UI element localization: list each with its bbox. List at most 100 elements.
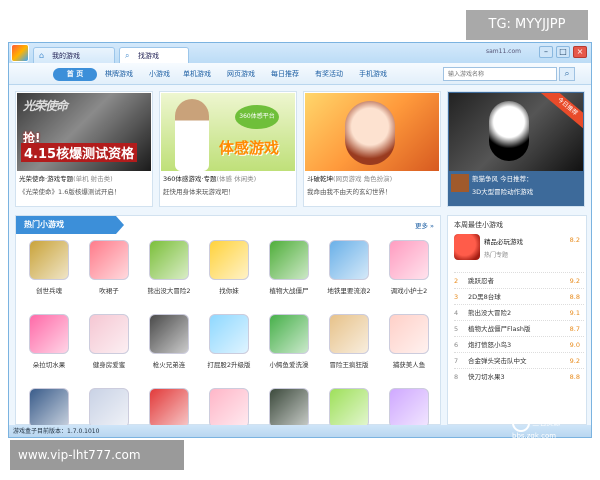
game-icon: [269, 388, 309, 428]
game-tile[interactable]: 小鳄鱼爱洗澡: [260, 314, 318, 384]
rank-number: 7: [454, 357, 459, 365]
game-icon: [29, 388, 69, 428]
game-tile[interactable]: 冒险王疯狂版: [320, 314, 378, 384]
game-tile[interactable]: 熊出没大冒险2: [140, 240, 198, 310]
game-icon: [209, 240, 249, 280]
rank-name: 熊出没大冒险2: [468, 309, 512, 317]
game-icon: [89, 240, 129, 280]
watermark-bottom: www.vip-lht777.com: [10, 440, 184, 470]
game-icon: [89, 388, 129, 428]
game-box-window: ⌂ 我的游戏 ⌕ 找游戏 sam11.com – □ × 首 页 棋牌游戏 小游…: [8, 42, 592, 438]
game-tile[interactable]: 找你妹: [200, 240, 258, 310]
game-label: 地铁里要流浪2: [327, 287, 371, 295]
rank-number: 6: [454, 341, 459, 349]
rank-item[interactable]: 8 快刀切水果3 8.8: [454, 368, 584, 384]
game-label: 打屁股2升级版: [207, 361, 251, 369]
search-input[interactable]: [443, 67, 557, 81]
maximize-button[interactable]: □: [556, 46, 570, 58]
nav-home[interactable]: 首 页: [53, 68, 97, 81]
window-controls: – □ ×: [539, 46, 587, 58]
banner-doupo[interactable]: 斗破乾坤(网页游戏 角色扮演) 我命由我不由天的玄幻世界！: [303, 91, 441, 207]
rank-item[interactable]: 5 植物大战僵尸Flash版 8.7: [454, 320, 584, 336]
rank-item[interactable]: 3 2D黑8台球 8.8: [454, 288, 584, 304]
banner-360-motion[interactable]: 360体感平台 体感游戏 360体感游戏·专题(体感 休闲类) 赶快用身体来玩游…: [159, 91, 297, 207]
game-tile[interactable]: 植物大战僵尸: [260, 240, 318, 310]
game-label: 冒险王疯狂版: [329, 361, 369, 369]
banner-desc: 赶快用身体来玩游戏吧！: [163, 188, 235, 196]
hot-mini-games: 热门小游戏 更多 » 创世兵魂 吹裙子 熊出没大冒险2 找你妹 植物大战僵尸 地铁里要流浪…: [15, 215, 441, 428]
search-icon[interactable]: ⌕: [559, 67, 575, 81]
rank-name: 炮打愤怒小鸟3: [468, 341, 512, 349]
game-icon: [89, 314, 129, 354]
close-button[interactable]: ×: [573, 46, 587, 58]
rank-name: 跳跃忍者: [468, 277, 494, 285]
nav-mini-games[interactable]: 小游戏: [149, 68, 170, 81]
rank-item[interactable]: 7 合金弹头突击队中文 9.2: [454, 352, 584, 368]
nav-mobile-games[interactable]: 手机游戏: [359, 68, 387, 81]
game-icon: [269, 314, 309, 354]
banner-art: 今日推荐: [449, 93, 583, 171]
user-name[interactable]: sam11.com: [486, 48, 521, 55]
game-label: 熊出没大冒险2: [147, 287, 191, 295]
rank-name: 植物大战僵尸Flash版: [468, 325, 531, 333]
rank-number: 2: [454, 277, 459, 285]
rank-number: 8: [454, 373, 459, 381]
banner-today-pick[interactable]: 今日推荐 熊猫争风 今日推荐： 3D大型冒险动作游戏: [447, 91, 585, 207]
home-icon: ⌂: [39, 51, 45, 60]
section-title: 本周最佳小游戏: [454, 221, 503, 229]
rank-score: 8.8: [569, 373, 580, 381]
nav-web-games[interactable]: 网页游戏: [227, 68, 255, 81]
game-label: 捕获美人鱼: [392, 361, 426, 369]
rank-name: 快刀切水果3: [468, 373, 505, 381]
game-tile[interactable]: 吹裙子: [80, 240, 138, 310]
banner-title: 光荣使命·游戏专题(单机 射击类): [19, 175, 113, 183]
game-label: 枪火兄弟连: [152, 361, 186, 369]
rank-number: 3: [454, 293, 459, 301]
tab-my-games[interactable]: ⌂ 我的游戏: [33, 47, 115, 63]
rank-number: 4: [454, 309, 459, 317]
banner-art: 光荣使命 抢! 4.15核爆测试资格: [17, 93, 151, 171]
rank-item[interactable]: 2 跳跃忍者 9.2: [454, 272, 584, 288]
rank-score: 9.2: [569, 357, 580, 365]
game-icon: [29, 314, 69, 354]
game-label: 健身房爱蜜: [92, 361, 126, 369]
nav-prize-events[interactable]: 有奖活动: [315, 68, 343, 81]
game-tile[interactable]: 捕获美人鱼: [380, 314, 438, 384]
game-tile[interactable]: 创世兵魂: [20, 240, 78, 310]
game-tile[interactable]: 打屁股2升级版: [200, 314, 258, 384]
nav-single-games[interactable]: 单机游戏: [183, 68, 211, 81]
game-icon: [149, 240, 189, 280]
minimize-button[interactable]: –: [539, 46, 553, 58]
rank-score: 9.1: [569, 309, 580, 317]
game-icon: [149, 314, 189, 354]
rank-name: 合金弹头突击队中文: [468, 357, 527, 365]
rank-name: 2D黑8台球: [468, 293, 501, 301]
game-tile[interactable]: 健身房爱蜜: [80, 314, 138, 384]
more-link[interactable]: 更多 »: [415, 220, 434, 230]
nav-board-games[interactable]: 棋牌游戏: [105, 68, 133, 81]
banner-title: 熊猫争风 今日推荐：: [472, 175, 533, 183]
rank-item[interactable]: 6 炮打愤怒小鸟3 9.0: [454, 336, 584, 352]
game-label: 吹裙子: [99, 287, 119, 295]
game-tile[interactable]: 调戏小护士2: [380, 240, 438, 310]
top-game[interactable]: 精品必玩游戏 热门专题 8.2: [454, 232, 584, 268]
rank-score: 9.0: [569, 341, 580, 349]
rank-item[interactable]: 4 熊出没大冒险2 9.1: [454, 304, 584, 320]
banner-art: [305, 93, 439, 171]
banner-glorious-mission[interactable]: 光荣使命 抢! 4.15核爆测试资格 光荣使命·游戏专题(单机 射击类) 《光荣…: [15, 91, 153, 207]
game-tile[interactable]: 地铁里要流浪2: [320, 240, 378, 310]
game-icon: [389, 388, 429, 428]
game-tile[interactable]: 朵拉切水果: [20, 314, 78, 384]
angry-bird-icon: [454, 234, 480, 260]
tab-find-games[interactable]: ⌕ 找游戏: [119, 47, 189, 63]
banner-art: 360体感平台 体感游戏: [161, 93, 295, 171]
game-tile[interactable]: 枪火兄弟连: [140, 314, 198, 384]
logo-icon: [512, 414, 530, 432]
game-icon: [329, 240, 369, 280]
game-icon: [209, 314, 249, 354]
banner-desc: 《光荣使命》1.6版核爆测试开启！: [19, 188, 121, 196]
game-icon: [29, 240, 69, 280]
nav-daily-picks[interactable]: 每日推荐: [271, 68, 299, 81]
game-icon: [149, 388, 189, 428]
status-bar: 游戏盒子目前版本：1.7.0.1010: [9, 425, 591, 437]
